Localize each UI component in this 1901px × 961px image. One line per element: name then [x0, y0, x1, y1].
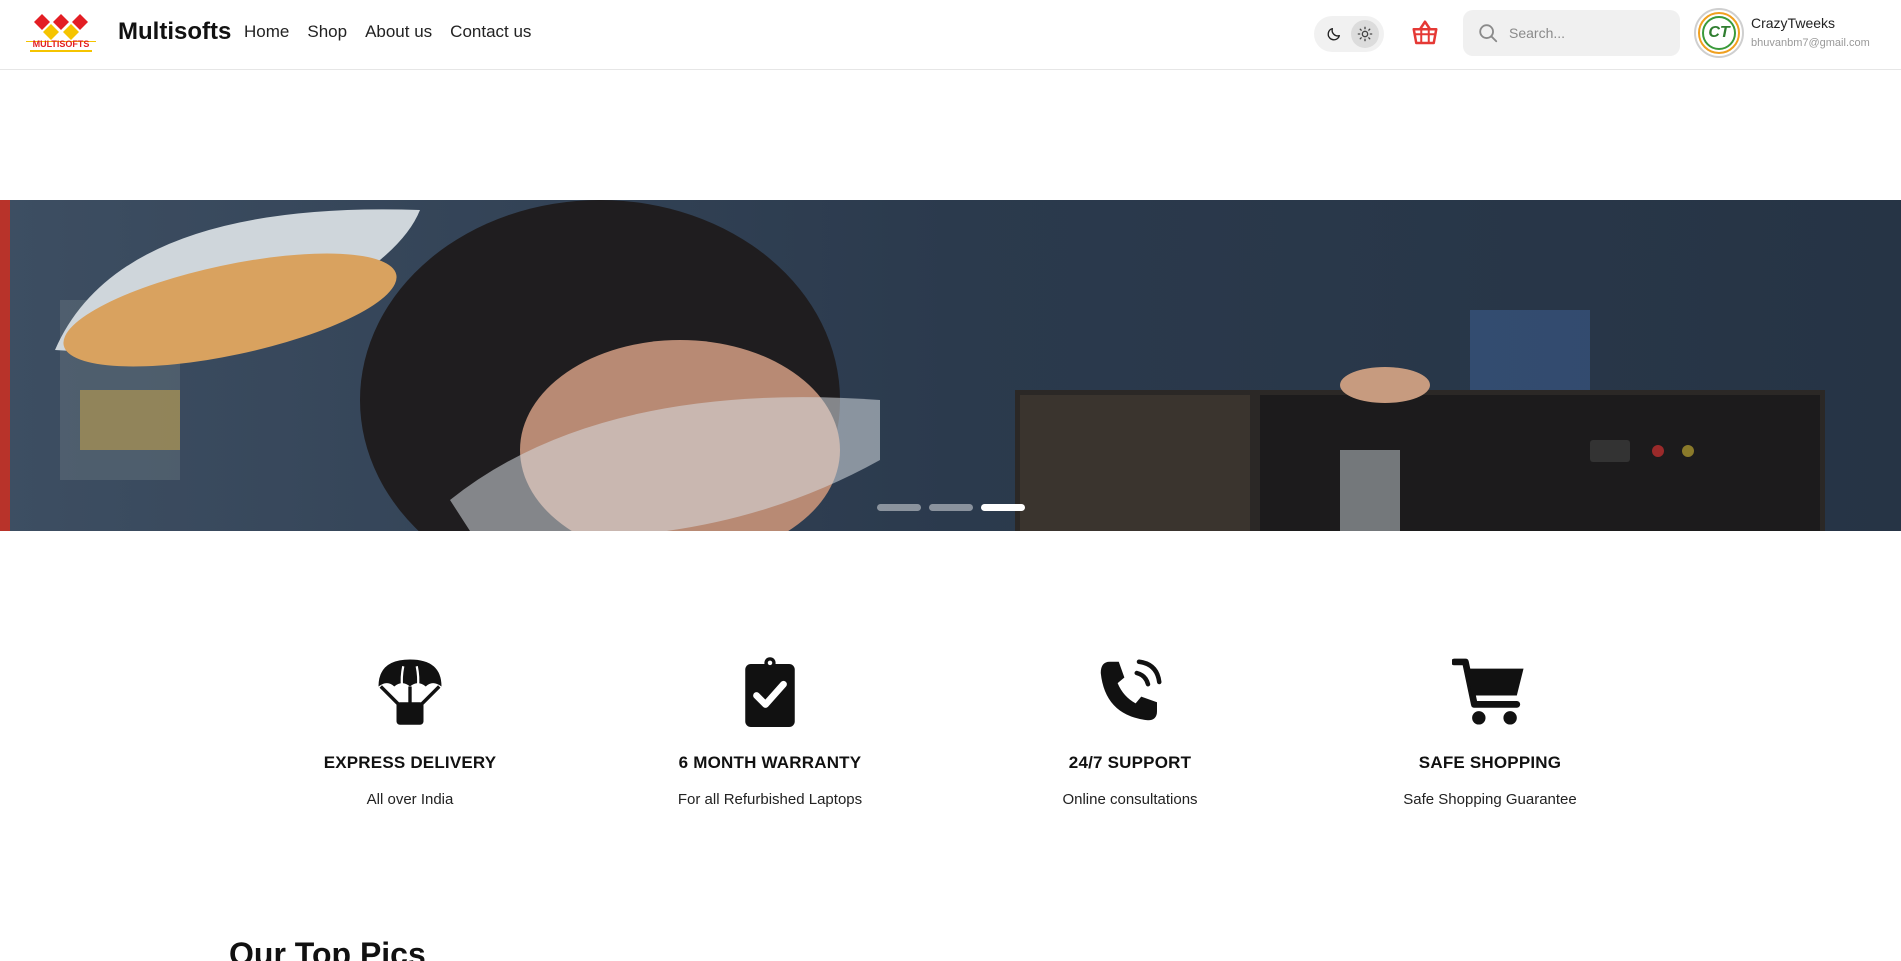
hero-image — [0, 200, 1901, 531]
clipboard-check-icon — [745, 657, 795, 727]
brand-name[interactable]: Multisofts — [118, 18, 231, 46]
nav-contact-us[interactable]: Contact us — [450, 22, 531, 42]
feature-title: 24/7 SUPPORT — [1068, 753, 1192, 772]
search-box[interactable] — [1463, 10, 1680, 56]
sun-icon — [1357, 26, 1372, 42]
hero-side-strip — [0, 200, 10, 531]
nav-home[interactable]: Home — [244, 22, 289, 42]
feature-warranty: 6 MONTH WARRANTY For all Refurbished Lap… — [590, 655, 950, 808]
feature-express-delivery: EXPRESS DELIVERY All over India — [230, 655, 590, 808]
feature-support: 24/7 SUPPORT Online consultations — [950, 655, 1310, 808]
carousel-dot-1[interactable] — [877, 504, 921, 511]
dark-mode-button[interactable] — [1320, 20, 1348, 48]
user-name: CrazyTweeks — [1751, 15, 1836, 31]
shopping-cart-icon — [1452, 658, 1524, 725]
parachute-box-icon — [378, 659, 442, 725]
feature-subtitle: Online consultations — [1062, 791, 1198, 808]
feature-title: 6 MONTH WARRANTY — [678, 753, 862, 772]
section-title-top-pics: Our Top Pics — [229, 936, 426, 961]
logo-text: MULTISOFTS — [32, 39, 90, 49]
hero-carousel[interactable] — [0, 200, 1901, 531]
theme-toggle[interactable] — [1314, 16, 1384, 52]
carousel-indicators — [877, 504, 1025, 511]
site-header: MULTISOFTS Multisofts Home Shop About us… — [0, 0, 1901, 70]
carousel-dot-2[interactable] — [929, 504, 973, 511]
search-icon — [1479, 24, 1498, 43]
moon-icon — [1327, 28, 1340, 41]
avatar[interactable]: CT — [1694, 8, 1744, 58]
features-section: EXPRESS DELIVERY All over India 6 MONTH … — [230, 655, 1670, 815]
shopping-basket-icon — [1412, 20, 1438, 45]
multisofts-logo[interactable]: MULTISOFTS — [24, 12, 98, 54]
feature-title: EXPRESS DELIVERY — [323, 753, 497, 772]
feature-subtitle: For all Refurbished Laptops — [677, 791, 863, 808]
feature-title: SAFE SHOPPING — [1418, 753, 1562, 772]
feature-subtitle: All over India — [366, 791, 454, 808]
feature-subtitle: Safe Shopping Guarantee — [1403, 791, 1577, 808]
nav-about-us[interactable]: About us — [365, 22, 432, 42]
main-nav: Home Shop About us Contact us — [244, 22, 531, 42]
phone-volume-icon — [1100, 659, 1162, 721]
avatar-initials: CT — [1708, 24, 1730, 41]
user-email: bhuvanbm7@gmail.com — [1751, 37, 1870, 49]
feature-safe-shopping: SAFE SHOPPING Safe Shopping Guarantee — [1310, 655, 1670, 808]
light-mode-button[interactable] — [1350, 20, 1379, 48]
cart-button[interactable] — [1410, 18, 1440, 48]
carousel-dot-3[interactable] — [981, 504, 1025, 511]
search-input[interactable] — [1509, 25, 1669, 41]
nav-shop[interactable]: Shop — [307, 22, 347, 42]
